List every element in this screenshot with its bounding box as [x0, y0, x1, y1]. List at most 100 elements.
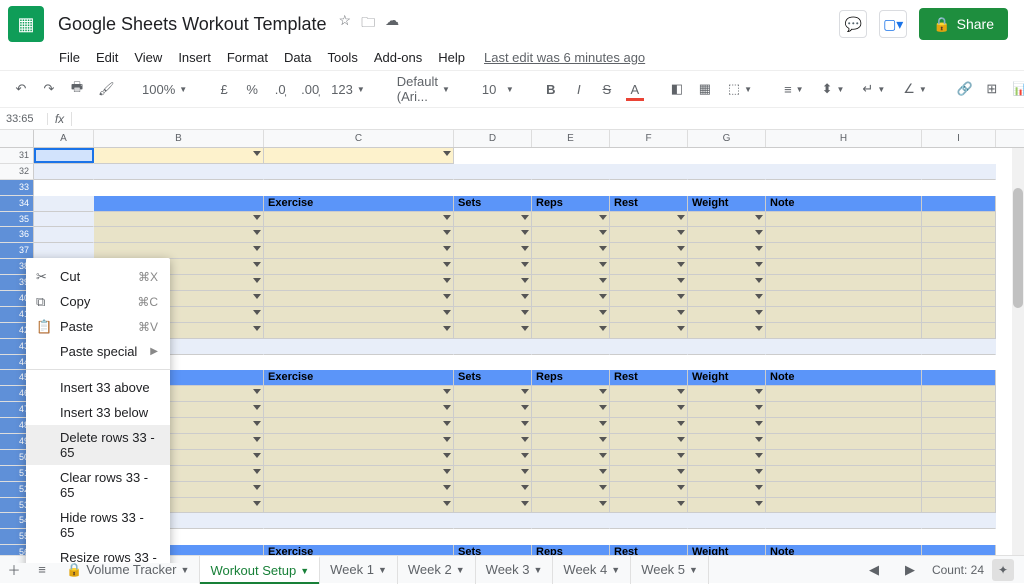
- cell[interactable]: [454, 355, 532, 371]
- cell[interactable]: [454, 386, 532, 402]
- merge-dropdown[interactable]: ⬚▼: [722, 78, 758, 100]
- cell[interactable]: [688, 529, 766, 545]
- cell[interactable]: [922, 370, 996, 386]
- fill-color-button[interactable]: ◧: [666, 77, 688, 101]
- cell[interactable]: [922, 148, 996, 164]
- ctx-paste-special[interactable]: Paste special▶: [26, 339, 170, 364]
- cell[interactable]: [454, 243, 532, 259]
- halign-dropdown[interactable]: ≡▼: [778, 79, 810, 100]
- cell[interactable]: [264, 450, 454, 466]
- ctx-resize-rows[interactable]: Resize rows 33 - 65: [26, 545, 170, 563]
- cell[interactable]: Sets: [454, 370, 532, 386]
- ctx-delete-rows[interactable]: Delete rows 33 - 65: [26, 425, 170, 465]
- menu-file[interactable]: File: [52, 48, 87, 67]
- cell[interactable]: Rest (Seconds): [610, 370, 688, 386]
- add-sheet-button[interactable]: ＋: [0, 560, 28, 579]
- cell[interactable]: [922, 434, 996, 450]
- cell[interactable]: [766, 212, 922, 228]
- ctx-clear-rows[interactable]: Clear rows 33 - 65: [26, 465, 170, 505]
- cell[interactable]: [532, 482, 610, 498]
- menu-view[interactable]: View: [127, 48, 169, 67]
- cell[interactable]: [264, 418, 454, 434]
- cell[interactable]: [688, 386, 766, 402]
- tab-workout-setup[interactable]: Workout Setup▼: [200, 556, 320, 584]
- cell[interactable]: [454, 466, 532, 482]
- col-header-h[interactable]: H: [766, 130, 922, 147]
- row-header[interactable]: 33: [0, 180, 34, 196]
- borders-button[interactable]: ▦: [694, 77, 716, 101]
- cell[interactable]: [532, 243, 610, 259]
- tab-week4[interactable]: Week 4▼: [553, 556, 631, 584]
- cell[interactable]: [454, 339, 532, 355]
- cell[interactable]: Weight: [688, 370, 766, 386]
- cell[interactable]: [454, 513, 532, 529]
- cell[interactable]: [688, 180, 766, 196]
- cell[interactable]: [922, 243, 996, 259]
- cell[interactable]: Rest (Seconds): [610, 196, 688, 212]
- ctx-paste[interactable]: 📋Paste⌘V: [26, 314, 170, 339]
- cell[interactable]: [610, 339, 688, 355]
- ctx-cut[interactable]: ✂Cut⌘X: [26, 264, 170, 289]
- col-header-b[interactable]: B: [94, 130, 264, 147]
- cell[interactable]: [264, 434, 454, 450]
- cell[interactable]: [688, 355, 766, 371]
- cell[interactable]: [688, 482, 766, 498]
- cell[interactable]: [688, 307, 766, 323]
- cell[interactable]: [454, 529, 532, 545]
- col-header-c[interactable]: C: [264, 130, 454, 147]
- cell[interactable]: [766, 291, 922, 307]
- cell[interactable]: [264, 227, 454, 243]
- share-button[interactable]: 🔒Share: [919, 8, 1008, 40]
- cell[interactable]: [922, 275, 996, 291]
- cell[interactable]: [766, 482, 922, 498]
- cell[interactable]: [454, 148, 532, 164]
- cell[interactable]: [94, 164, 264, 180]
- cell[interactable]: [454, 291, 532, 307]
- cell[interactable]: [532, 402, 610, 418]
- move-icon[interactable]: 🗀: [361, 12, 375, 36]
- cell[interactable]: [766, 402, 922, 418]
- cell[interactable]: [610, 450, 688, 466]
- menu-format[interactable]: Format: [220, 48, 275, 67]
- cell[interactable]: [766, 450, 922, 466]
- cell[interactable]: [610, 243, 688, 259]
- cell[interactable]: [610, 434, 688, 450]
- currency-pound-button[interactable]: £: [213, 78, 235, 101]
- cell[interactable]: [688, 291, 766, 307]
- row-header[interactable]: 31: [0, 148, 34, 164]
- cell[interactable]: [922, 180, 996, 196]
- cell[interactable]: [264, 339, 454, 355]
- cell[interactable]: [34, 212, 94, 228]
- ctx-hide-rows[interactable]: Hide rows 33 - 65: [26, 505, 170, 545]
- increase-decimal-button[interactable]: .00̩: [297, 78, 319, 101]
- cell[interactable]: [454, 418, 532, 434]
- cell[interactable]: [532, 339, 610, 355]
- cell[interactable]: [532, 148, 610, 164]
- number-format-dropdown[interactable]: 123▼: [325, 79, 371, 100]
- col-header-d[interactable]: D: [454, 130, 532, 147]
- cell[interactable]: [610, 466, 688, 482]
- cell[interactable]: [610, 259, 688, 275]
- cell[interactable]: [454, 227, 532, 243]
- ctx-copy[interactable]: ⧉Copy⌘C: [26, 289, 170, 314]
- cell[interactable]: [264, 275, 454, 291]
- comments-button[interactable]: 💬: [839, 10, 867, 38]
- cloud-icon[interactable]: ☁: [385, 12, 399, 36]
- cell[interactable]: [922, 164, 996, 180]
- cell[interactable]: [688, 148, 766, 164]
- col-header-g[interactable]: G: [688, 130, 766, 147]
- count-label[interactable]: Count: 24: [932, 563, 984, 577]
- cell[interactable]: [532, 513, 610, 529]
- cell[interactable]: [610, 529, 688, 545]
- cell[interactable]: Note: [766, 370, 922, 386]
- cell[interactable]: [922, 259, 996, 275]
- ctx-insert-below[interactable]: Insert 33 below: [26, 400, 170, 425]
- explore-button[interactable]: ✦: [992, 559, 1014, 581]
- cell[interactable]: [610, 275, 688, 291]
- font-size-dropdown[interactable]: 10▼: [476, 79, 520, 100]
- all-sheets-button[interactable]: ≡: [28, 562, 56, 577]
- vertical-scrollbar[interactable]: [1012, 148, 1024, 555]
- menu-tools[interactable]: Tools: [320, 48, 364, 67]
- cell[interactable]: [454, 259, 532, 275]
- cell[interactable]: [766, 434, 922, 450]
